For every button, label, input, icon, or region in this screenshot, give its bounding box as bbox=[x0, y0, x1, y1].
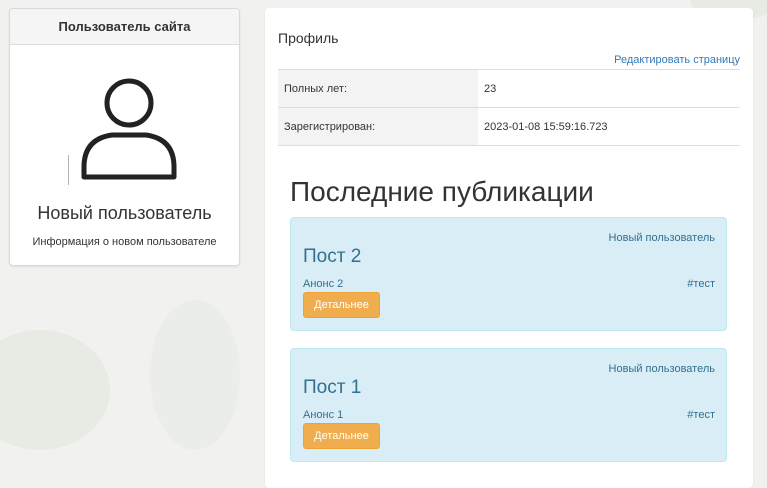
user-silhouette-icon bbox=[67, 78, 177, 185]
post-tag[interactable]: #тест bbox=[687, 278, 715, 290]
post-card: Новый пользователь Пост 2 Анонс 2 #тест … bbox=[290, 217, 727, 331]
registered-value: 2023-01-08 15:59:16.723 bbox=[478, 107, 740, 146]
post-anons: Анонс 2 bbox=[303, 278, 344, 290]
profile-info-table: Полных лет: 23 Зарегистрирован: 2023-01-… bbox=[278, 69, 740, 146]
details-button[interactable]: Детальнее bbox=[303, 292, 380, 318]
avatar bbox=[67, 55, 190, 187]
age-value: 23 bbox=[478, 69, 740, 108]
publications-title: Последние публикации bbox=[290, 176, 594, 207]
table-row: Зарегистрирован: 2023-01-08 15:59:16.723 bbox=[278, 107, 740, 146]
user-name: Новый пользователь bbox=[37, 203, 212, 223]
post-title[interactable]: Пост 2 bbox=[303, 246, 361, 268]
background-leaf bbox=[150, 300, 240, 450]
post-author[interactable]: Новый пользователь bbox=[609, 232, 715, 244]
post-anons: Анонс 1 bbox=[303, 409, 344, 421]
profile-title: Профиль bbox=[278, 30, 339, 46]
age-label: Полных лет: bbox=[278, 69, 478, 108]
sidebar-heading: Пользователь сайта bbox=[10, 9, 239, 45]
user-info: Информация о новом пользователе bbox=[32, 236, 217, 248]
post-title[interactable]: Пост 1 bbox=[303, 377, 361, 399]
edit-page-link[interactable]: Редактировать страницу bbox=[614, 54, 740, 66]
post-author[interactable]: Новый пользователь bbox=[609, 363, 715, 375]
background-leaf bbox=[0, 330, 110, 450]
post-tag[interactable]: #тест bbox=[687, 409, 715, 421]
post-card: Новый пользователь Пост 1 Анонс 1 #тест … bbox=[290, 348, 727, 462]
profile-card: Профиль Редактировать страницу Полных ле… bbox=[265, 8, 753, 488]
user-sidebar-card: Пользователь сайта Новый пользователь Ин… bbox=[9, 8, 240, 266]
table-row: Полных лет: 23 bbox=[278, 69, 740, 108]
avatar-area bbox=[10, 45, 239, 195]
details-button[interactable]: Детальнее bbox=[303, 423, 380, 449]
registered-label: Зарегистрирован: bbox=[278, 107, 478, 146]
